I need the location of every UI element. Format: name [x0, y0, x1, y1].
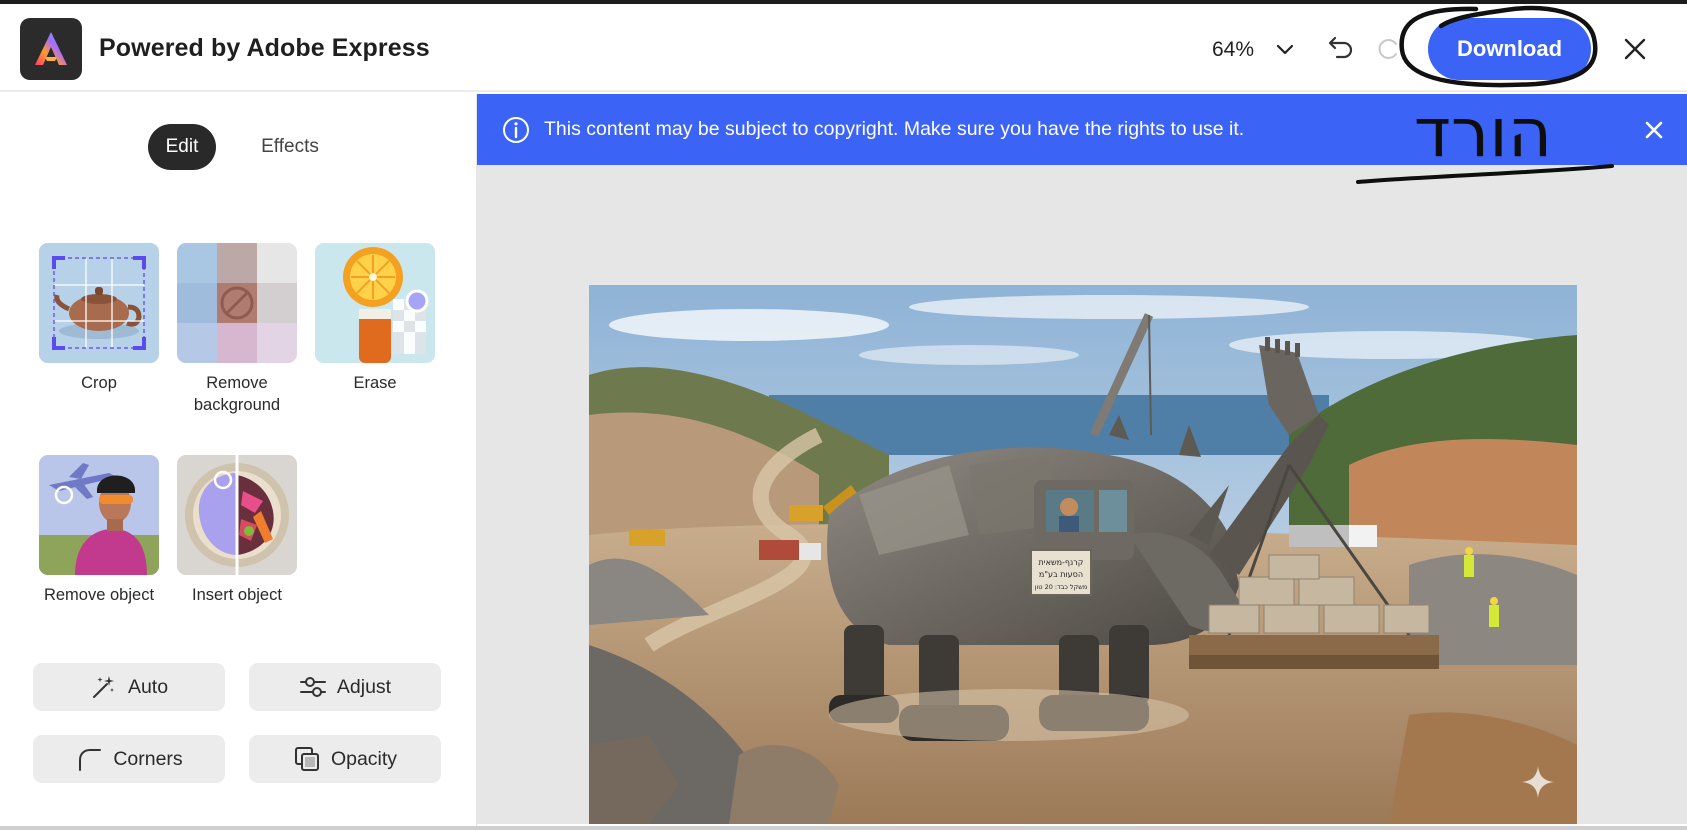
magic-wand-icon: [90, 673, 118, 701]
remove-background-thumbnail-icon: [177, 243, 297, 363]
copyright-banner: This content may be subject to copyright…: [477, 94, 1687, 165]
remove-object-thumbnail-icon: [39, 455, 159, 575]
tool-remove-object[interactable]: Remove object: [29, 455, 169, 606]
adobe-express-logo-icon: [20, 18, 82, 80]
adjust-button-label: Adjust: [336, 675, 392, 698]
corners-button-label: Corners: [113, 747, 183, 770]
canvas-area: This content may be subject to copyright…: [477, 94, 1687, 824]
undo-icon[interactable]: [1324, 30, 1358, 64]
sliders-icon: [299, 673, 327, 701]
tool-remove-background[interactable]: Remove background: [167, 243, 307, 416]
zoom-level[interactable]: 64%: [1212, 38, 1254, 62]
tab-effects[interactable]: Effects: [240, 124, 340, 170]
adobe-express-editor: Powered by Adobe Express 64% Download Ed…: [0, 0, 1687, 830]
sparkle-icon: [1522, 766, 1554, 798]
auto-button[interactable]: Auto: [33, 663, 225, 711]
tool-remove-background-label: Remove background: [193, 374, 281, 414]
adjust-button[interactable]: Adjust: [249, 663, 441, 711]
header-bar: Powered by Adobe Express 64% Download: [0, 4, 1687, 92]
tool-crop-label: Crop: [81, 374, 117, 392]
erase-thumbnail-icon: [315, 243, 435, 363]
cab-sign-line-1: קרנף-משאית: [1039, 558, 1084, 567]
tool-erase-label: Erase: [353, 374, 397, 392]
tool-insert-object-label: Insert object: [192, 586, 282, 604]
banner-close-icon[interactable]: [1640, 116, 1668, 144]
tool-crop[interactable]: Crop: [29, 243, 169, 394]
opacity-button[interactable]: Opacity: [249, 735, 441, 783]
canvas-image[interactable]: קרנף-משאית הסעות בע"מ משקל כבד: 20 טון: [589, 285, 1577, 824]
redo-icon: [1374, 34, 1404, 64]
cab-sign-line-3: משקל כבד: 20 טון: [1035, 583, 1088, 591]
opacity-button-label: Opacity: [330, 747, 398, 770]
cab-sign-line-2: הסעות בע"מ: [1039, 570, 1083, 579]
close-icon[interactable]: [1618, 32, 1652, 66]
tab-edit[interactable]: Edit: [148, 124, 216, 170]
tool-insert-object[interactable]: Insert object: [167, 455, 307, 606]
crop-thumbnail-icon: [39, 243, 159, 363]
bottom-edge: [0, 826, 1687, 830]
corner-radius-icon: [75, 745, 103, 773]
opacity-icon: [293, 745, 321, 773]
auto-button-label: Auto: [127, 675, 169, 698]
edit-panel: Edit Effects Crop Remove background Eras…: [0, 94, 477, 830]
chevron-down-icon[interactable]: [1270, 34, 1300, 64]
app-title: Powered by Adobe Express: [99, 34, 430, 62]
tool-remove-object-label: Remove object: [43, 586, 155, 604]
info-icon: [502, 116, 530, 144]
copyright-banner-text: This content may be subject to copyright…: [544, 118, 1245, 140]
insert-object-thumbnail-icon: [177, 455, 297, 575]
corners-button[interactable]: Corners: [33, 735, 225, 783]
download-button[interactable]: Download: [1428, 18, 1591, 80]
tool-erase[interactable]: Erase: [305, 243, 445, 394]
